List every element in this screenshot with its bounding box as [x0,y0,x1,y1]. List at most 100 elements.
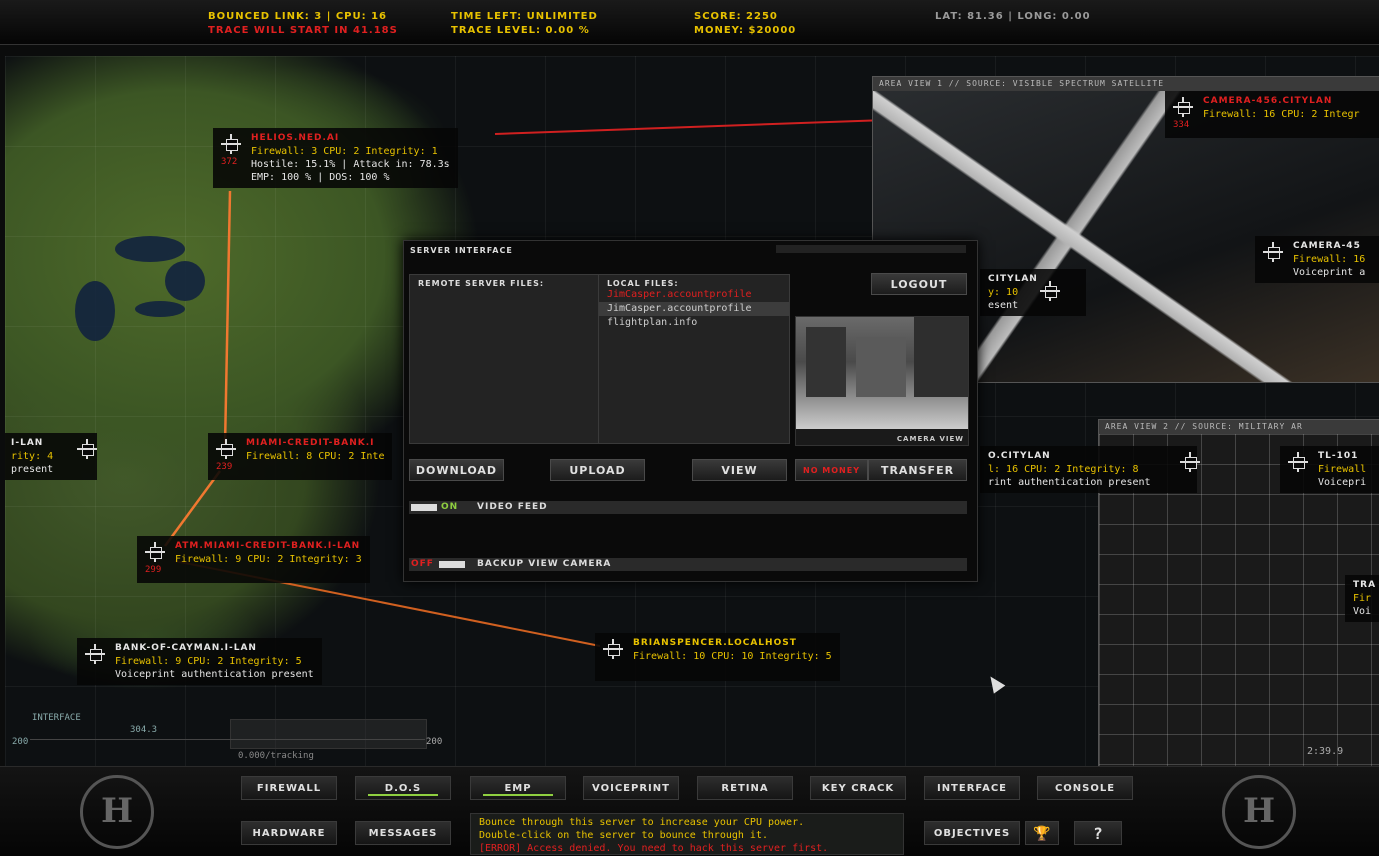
node-stats: Firewall: 9 CPU: 2 Integrity: 5 [115,656,302,667]
node-title: CAMERA-456.CITYLAN [1203,96,1333,106]
trace-start-status: Trace will start in 41.18s [208,25,398,36]
node-id-number: 334 [1173,120,1190,130]
remote-files-pane[interactable]: Remote server files: [409,274,599,444]
tool-emp[interactable]: EMP [470,776,566,800]
node-title: ATM.MIAMI-CREDIT-BANK.I-LAN [175,541,361,551]
target-icon [221,134,241,154]
node-title: CAMERA-45 [1293,241,1361,251]
logo-right-icon: H [1222,775,1296,849]
node-auth: rint authentication present [988,477,1151,488]
message-line-error: [ERROR] Access denied. You need to hack … [479,843,829,854]
messages-button[interactable]: MESSAGES [355,821,451,845]
target-icon [1180,452,1200,472]
node-auth: Voicepri [1318,477,1367,488]
local-file-item[interactable]: flightplan.info [599,316,789,330]
tool-voiceprint[interactable]: VOICEPRINT [583,776,679,800]
node-stats: Firewall: 16 [1293,254,1366,265]
node-tra[interactable]: TRA Fir Voi [1345,575,1379,622]
bottom-toolbar: H H FIREWALL D.O.S EMP VOICEPRINT RETINA… [0,766,1379,856]
graph-value: 304.3 [130,725,158,735]
view-button[interactable]: VIEW [692,459,787,481]
node-miami-bank[interactable]: 239 MIAMI-CREDIT-BANK.I Firewall: 8 CPU:… [208,433,393,480]
target-icon [1040,281,1060,301]
video-feed-label: Video feed [477,502,548,512]
node-title: TL-101 [1318,451,1359,461]
tool-emp-label: EMP [504,783,532,794]
target-icon [216,439,236,459]
graph-bar [230,719,427,749]
node-title: CITYLAN [988,274,1038,284]
node-citylan[interactable]: CITYLAN y: 10 esent [980,269,1086,316]
node-tl-101[interactable]: TL-101 Firewall Voicepri [1280,446,1379,493]
target-icon [145,542,165,562]
local-files-pane[interactable]: Local files: JimCasper.accountprofile Ji… [598,274,790,444]
download-button[interactable]: DOWNLOAD [409,459,504,481]
transfer-button[interactable]: TRANSFER [868,459,967,481]
tool-key-crack[interactable]: KEY CRACK [810,776,906,800]
node-stats: l: 16 CPU: 2 Integrity: 8 [988,464,1139,475]
node-helios[interactable]: 372 HELIOS.NED.AI Firewall: 3 CPU: 2 Int… [213,128,458,188]
title-bar-progress [776,245,966,253]
logout-button[interactable]: LOGOUT [871,273,967,295]
local-files-label: Local files: [607,279,679,288]
tool-retina[interactable]: RETINA [697,776,793,800]
video-feed-toggle[interactable] [411,504,437,511]
active-indicator [483,794,553,796]
node-hostile: Hostile: 15.1% | Attack in: 78.3s [251,159,450,170]
trophy-icon[interactable]: 🏆 [1025,821,1059,845]
target-icon [77,439,97,459]
local-file-item[interactable]: JimCasper.accountprofile [599,288,789,302]
tool-dos[interactable]: D.O.S [355,776,451,800]
node-auth: Voi [1353,606,1372,617]
node-atm[interactable]: 299 ATM.MIAMI-CREDIT-BANK.I-LAN Firewall… [137,536,370,583]
backup-camera-toggle[interactable] [439,561,465,568]
backup-camera-label: Backup view camera [477,559,612,569]
game-timer: 2:39.9 [1307,746,1344,757]
graph-axis [30,739,425,740]
camera-view-panel[interactable]: Camera view [795,316,969,446]
node-stats: rity: 4 [11,451,54,462]
video-feed-row[interactable]: ON Video feed [409,501,967,514]
node-title: TRA [1353,580,1377,590]
node-stats: Firewall: 8 CPU: 2 Inte [246,451,385,462]
tool-interface[interactable]: INTERFACE [924,776,1020,800]
server-interface-title: Server interface [410,246,513,255]
node-stats: Firewall [1318,464,1367,475]
graph-high-label: 200 [426,737,443,747]
server-interface-window[interactable]: Server interface Remote server files: Lo… [403,240,978,582]
node-camera-456[interactable]: 334 CAMERA-456.CITYLAN Firewall: 16 CPU:… [1165,91,1379,138]
logo-left-icon: H [80,775,154,849]
node-camera-45[interactable]: CAMERA-45 Firewall: 16 Voiceprint a [1255,236,1379,283]
upload-button[interactable]: UPLOAD [550,459,645,481]
no-money-indicator: No money [795,459,868,481]
node-stats: Firewall: 16 CPU: 2 Integr [1203,109,1360,120]
graph-interface-label: INTERFACE [32,713,81,723]
node-title: MIAMI-CREDIT-BANK.I [246,438,375,448]
trace-level-status: Trace level: 0.00 % [451,25,590,36]
tool-firewall[interactable]: FIREWALL [241,776,337,800]
node-stats: y: 10 [988,287,1019,298]
message-box: Bounce through this server to increase y… [470,813,904,855]
objectives-button[interactable]: OBJECTIVES [924,821,1020,845]
target-icon [85,644,105,664]
node-auth: Voiceprint a [1293,267,1366,278]
node-stats: Firewall: 9 CPU: 2 Integrity: 3 [175,554,362,565]
money-status: Money: $20000 [694,25,797,36]
node-id-number: 239 [216,462,233,472]
graph-tracking: 0.000/tracking [238,751,314,761]
node-o-citylan[interactable]: O.CITYLAN l: 16 CPU: 2 Integrity: 8 rint… [980,446,1200,493]
bounced-link-status: Bounced link: 3 | CPU: 16 [208,11,388,22]
hardware-button[interactable]: HARDWARE [241,821,337,845]
backup-camera-row[interactable]: OFF Backup view camera [409,558,967,571]
node-stats: Fir [1353,593,1372,604]
tool-console[interactable]: CONSOLE [1037,776,1133,800]
help-button[interactable]: ? [1074,821,1122,845]
camera-image [796,317,968,429]
target-icon [603,639,623,659]
node-stats: Firewall: 10 CPU: 10 Integrity: 5 [633,651,832,662]
node-bank-of-cayman[interactable]: BANK-OF-CAYMAN.I-LAN Firewall: 9 CPU: 2 … [77,638,322,685]
local-file-item-selected[interactable]: JimCasper.accountprofile [599,302,789,316]
node-brianspencer[interactable]: BRIANSPENCER.LOCALHOST Firewall: 10 CPU:… [595,633,840,681]
node-left-lan[interactable]: I-LAN rity: 4 present [5,433,98,480]
node-emp-dos: EMP: 100 % | DOS: 100 % [251,172,390,183]
